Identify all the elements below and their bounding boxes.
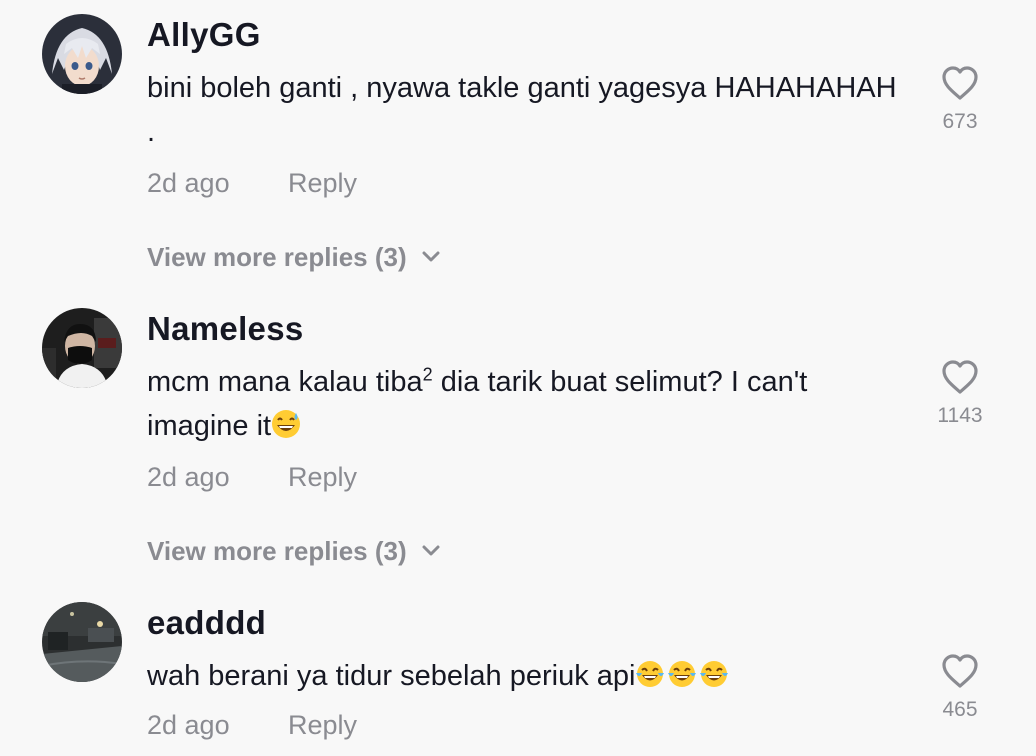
view-more-replies-label[interactable]: View more replies (3) [147, 242, 407, 272]
comment-text-superscript: 2 [422, 364, 433, 385]
view-more-replies-label[interactable]: View more replies (3) [147, 536, 407, 566]
tears-of-joy-emoji [668, 661, 697, 687]
avatar[interactable] [42, 602, 122, 682]
view-more-replies-button[interactable]: View more replies (3) [147, 536, 441, 567]
heart-outline-icon[interactable] [940, 64, 980, 102]
like-count: 1143 [937, 404, 983, 427]
comment-username[interactable]: Nameless [147, 310, 304, 348]
comment-item: eadddd wah berani ya tidur sebelah periu… [0, 602, 1036, 756]
comment-item: AllyGG bini boleh ganti , nyawa takle ga… [0, 14, 1036, 284]
reply-button[interactable]: Reply [288, 462, 357, 493]
comment-text: bini boleh ganti , nyawa takle ganti yag… [147, 72, 897, 148]
like-button[interactable]: 673 [920, 64, 1000, 134]
chevron-down-icon[interactable] [421, 544, 441, 558]
avatar-night-street-image [42, 602, 122, 682]
avatar-anime-image [42, 14, 122, 94]
comment-timestamp: 2d ago [147, 462, 230, 492]
like-count: 465 [942, 698, 978, 721]
comment-timestamp: 2d ago [147, 710, 230, 740]
grinning-sweat-emoji [272, 410, 301, 438]
comments-list: AllyGG bini boleh ganti , nyawa takle ga… [0, 0, 1036, 756]
like-count: 673 [942, 110, 978, 133]
tears-of-joy-emoji [700, 661, 729, 687]
comment-username[interactable]: eadddd [147, 604, 266, 642]
tears-of-joy-emoji [636, 661, 665, 687]
avatar[interactable] [42, 308, 122, 388]
like-button[interactable]: 465 [920, 652, 1000, 722]
reply-button[interactable]: Reply [288, 710, 357, 741]
comment-text: mcm mana kalau tiba2 dia tarik buat seli… [147, 360, 907, 448]
comment-timestamp: 2d ago [147, 168, 230, 198]
like-button[interactable]: 1143 [920, 358, 1000, 428]
comment-text-part: wah berani ya tidur sebelah periuk api [147, 660, 636, 692]
comment-username[interactable]: AllyGG [147, 16, 261, 54]
comment-text: wah berani ya tidur sebelah periuk api [147, 654, 907, 698]
heart-outline-icon[interactable] [940, 358, 980, 396]
comment-item: Nameless mcm mana kalau tiba2 dia tarik … [0, 308, 1036, 578]
reply-button[interactable]: Reply [288, 168, 357, 199]
view-more-replies-button[interactable]: View more replies (3) [147, 242, 441, 273]
avatar-masked-person-image [42, 308, 122, 388]
heart-outline-icon[interactable] [940, 652, 980, 690]
chevron-down-icon[interactable] [421, 250, 441, 264]
avatar[interactable] [42, 14, 122, 94]
comment-text-part: mcm mana kalau tiba [147, 366, 423, 398]
